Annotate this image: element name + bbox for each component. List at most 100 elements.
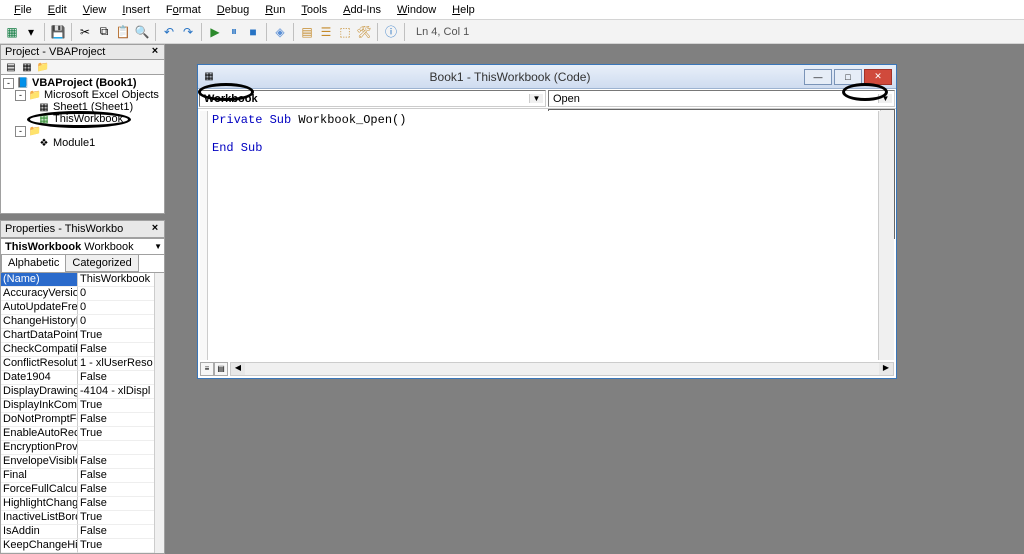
menu-format[interactable]: Format xyxy=(158,2,209,18)
properties-scrollbar[interactable] xyxy=(154,273,164,553)
property-value[interactable]: False xyxy=(78,525,154,539)
object-dropdown[interactable]: Workbook ▼ xyxy=(199,90,546,107)
chevron-down-icon[interactable]: ▼ xyxy=(154,242,162,251)
view-object-icon[interactable]: ▦ xyxy=(20,60,34,74)
project-explorer-icon[interactable]: ▤ xyxy=(299,24,315,40)
project-tree[interactable]: - 📘 VBAProject (Book1) - 📁 Microsoft Exc… xyxy=(0,74,165,214)
menu-tools[interactable]: Tools xyxy=(293,2,335,18)
property-value[interactable]: -4104 - xlDispl xyxy=(78,385,154,399)
copy-icon[interactable]: ⧉ xyxy=(96,24,112,40)
procedure-dropdown[interactable]: Open ▼ ActivateAddinInstallAddinUninstal… xyxy=(548,90,895,107)
menu-help[interactable]: Help xyxy=(444,2,483,18)
undo-icon[interactable]: ↶ xyxy=(161,24,177,40)
property-value[interactable]: True xyxy=(78,329,154,343)
view-code-icon[interactable]: ▤ xyxy=(4,60,18,74)
property-value[interactable]: False xyxy=(78,497,154,511)
property-row[interactable]: KeepChangeHistTrue xyxy=(1,539,154,553)
property-value[interactable]: 1 - xlUserReso xyxy=(78,357,154,371)
property-row[interactable]: AccuracyVersion0 xyxy=(1,287,154,301)
menu-view[interactable]: View xyxy=(75,2,115,18)
property-value[interactable]: 0 xyxy=(78,315,154,329)
code-horizontal-scrollbar[interactable]: ◀ ▶ xyxy=(230,362,894,376)
procedure-view-button[interactable]: ≡ xyxy=(200,362,214,376)
tree-thisworkbook[interactable]: ThisWorkbook xyxy=(53,113,123,125)
tree-expander[interactable]: - xyxy=(3,78,14,89)
code-vertical-scrollbar[interactable] xyxy=(878,111,894,360)
redo-icon[interactable]: ↷ xyxy=(180,24,196,40)
properties-icon[interactable]: ☰ xyxy=(318,24,334,40)
tree-vbaproject[interactable]: VBAProject (Book1) xyxy=(32,77,137,89)
paste-icon[interactable]: 📋 xyxy=(115,24,131,40)
code-editor[interactable]: Private Sub Workbook_Open() End Sub xyxy=(200,111,894,360)
property-row[interactable]: ChartDataPointTTrue xyxy=(1,329,154,343)
property-value[interactable]: 0 xyxy=(78,287,154,301)
property-value[interactable]: False xyxy=(78,469,154,483)
property-row[interactable]: InactiveListBordTrue xyxy=(1,511,154,525)
property-row[interactable]: DisplayInkCommTrue xyxy=(1,399,154,413)
cut-icon[interactable]: ✂ xyxy=(77,24,93,40)
property-value[interactable]: ThisWorkbook xyxy=(78,273,154,287)
property-value[interactable]: False xyxy=(78,371,154,385)
find-icon[interactable]: 🔍 xyxy=(134,24,150,40)
property-row[interactable]: AutoUpdateFreq0 xyxy=(1,301,154,315)
properties-panel-close-icon[interactable]: × xyxy=(148,222,162,236)
code-window-titlebar[interactable]: ▦ Book1 - ThisWorkbook (Code) — □ ✕ xyxy=(198,65,896,89)
design-icon[interactable]: ◈ xyxy=(272,24,288,40)
property-row[interactable]: DoNotPromptForFalse xyxy=(1,413,154,427)
tab-alphabetic[interactable]: Alphabetic xyxy=(1,255,66,272)
close-button[interactable]: ✕ xyxy=(864,69,892,85)
property-row[interactable]: DisplayDrawingO-4104 - xlDispl xyxy=(1,385,154,399)
property-value[interactable]: True xyxy=(78,539,154,553)
properties-grid[interactable]: (Name)ThisWorkbookAccuracyVersion0AutoUp… xyxy=(0,272,165,554)
property-row[interactable]: CheckCompatibilFalse xyxy=(1,343,154,357)
menu-file[interactable]: File xyxy=(6,2,40,18)
menu-debug[interactable]: Debug xyxy=(209,2,257,18)
menu-insert[interactable]: Insert xyxy=(114,2,158,18)
properties-object-selector[interactable]: ThisWorkbook Workbook ▼ xyxy=(0,238,165,255)
chevron-down-icon[interactable]: ▼ xyxy=(529,94,543,103)
code-text[interactable]: Private Sub Workbook_Open() End Sub xyxy=(208,111,878,360)
property-value[interactable]: True xyxy=(78,427,154,441)
tree-excel-objects[interactable]: Microsoft Excel Objects xyxy=(44,89,159,101)
property-value[interactable] xyxy=(78,441,154,455)
toggle-folders-icon[interactable]: 📁 xyxy=(36,60,50,74)
tree-module1[interactable]: Module1 xyxy=(53,137,95,149)
property-row[interactable]: EnvelopeVisibleFalse xyxy=(1,455,154,469)
tree-expander[interactable]: - xyxy=(15,90,26,101)
menu-addins[interactable]: Add-Ins xyxy=(335,2,389,18)
property-row[interactable]: ForceFullCalculaFalse xyxy=(1,483,154,497)
property-row[interactable]: EnableAutoRecoTrue xyxy=(1,427,154,441)
property-row[interactable]: ChangeHistoryD0 xyxy=(1,315,154,329)
property-row[interactable]: EncryptionProvi xyxy=(1,441,154,455)
menu-window[interactable]: Window xyxy=(389,2,444,18)
property-value[interactable]: 0 xyxy=(78,301,154,315)
help-icon[interactable]: ⓘ xyxy=(383,24,399,40)
minimize-button[interactable]: — xyxy=(804,69,832,85)
maximize-button[interactable]: □ xyxy=(834,69,862,85)
save-icon[interactable]: 💾 xyxy=(50,24,66,40)
toolbox-icon[interactable]: 🛠 xyxy=(356,24,372,40)
scroll-left-icon[interactable]: ◀ xyxy=(231,363,245,375)
property-row[interactable]: ConflictResoluti1 - xlUserReso xyxy=(1,357,154,371)
break-icon[interactable]: ⏸ xyxy=(226,24,242,40)
tab-categorized[interactable]: Categorized xyxy=(65,255,138,272)
property-value[interactable]: False xyxy=(78,455,154,469)
tree-sheet1[interactable]: Sheet1 (Sheet1) xyxy=(53,101,133,113)
tree-expander[interactable]: - xyxy=(15,126,26,137)
chevron-down-icon[interactable]: ▼ xyxy=(878,94,892,103)
project-panel-close-icon[interactable]: × xyxy=(148,45,162,59)
toolbar-dd-icon[interactable]: ▾ xyxy=(23,24,39,40)
object-browser-icon[interactable]: ⬚ xyxy=(337,24,353,40)
reset-icon[interactable]: ■ xyxy=(245,24,261,40)
property-row[interactable]: FinalFalse xyxy=(1,469,154,483)
property-value[interactable]: True xyxy=(78,511,154,525)
menu-run[interactable]: Run xyxy=(257,2,293,18)
property-value[interactable]: True xyxy=(78,399,154,413)
run-icon[interactable]: ▶ xyxy=(207,24,223,40)
full-module-view-button[interactable]: ▤ xyxy=(214,362,228,376)
property-row[interactable]: (Name)ThisWorkbook xyxy=(1,273,154,287)
scroll-right-icon[interactable]: ▶ xyxy=(879,363,893,375)
property-value[interactable]: False xyxy=(78,413,154,427)
property-row[interactable]: IsAddinFalse xyxy=(1,525,154,539)
property-row[interactable]: HighlightChangeFalse xyxy=(1,497,154,511)
